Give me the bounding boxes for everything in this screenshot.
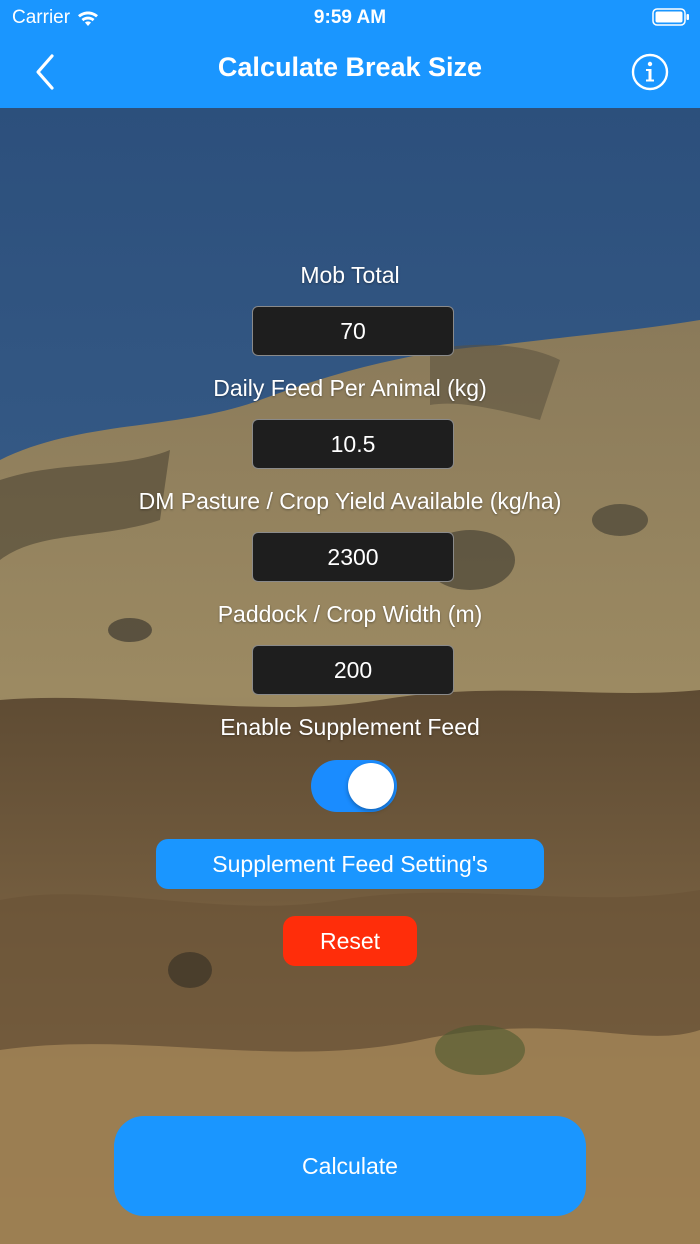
daily-feed-label: Daily Feed Per Animal (kg) [213, 375, 487, 401]
info-icon [631, 53, 669, 91]
mob-total-input[interactable] [252, 306, 454, 356]
dm-pasture-label: DM Pasture / Crop Yield Available (kg/ha… [138, 488, 562, 514]
screen: Carrier 9:59 AM Calculate Break Size Mob… [0, 0, 700, 1244]
info-button[interactable] [630, 52, 670, 92]
dm-pasture-input[interactable] [252, 532, 454, 582]
supplement-feed-label: Enable Supplement Feed [220, 714, 480, 740]
toggle-knob [348, 763, 394, 809]
reset-button[interactable]: Reset [283, 916, 417, 966]
supplement-feed-settings-button[interactable]: Supplement Feed Setting's [156, 839, 544, 889]
battery-icon [652, 8, 689, 26]
paddock-width-label: Paddock / Crop Width (m) [217, 601, 483, 627]
daily-feed-input[interactable] [252, 419, 454, 469]
mob-total-label: Mob Total [300, 262, 400, 288]
supplement-feed-toggle[interactable] [311, 760, 397, 812]
page-title: Calculate Break Size [217, 52, 483, 82]
paddock-width-input[interactable] [252, 645, 454, 695]
nav-header: Carrier 9:59 AM Calculate Break Size [0, 0, 700, 108]
calculate-button[interactable]: Calculate [114, 1116, 586, 1216]
status-time: 9:59 AM [313, 7, 387, 28]
